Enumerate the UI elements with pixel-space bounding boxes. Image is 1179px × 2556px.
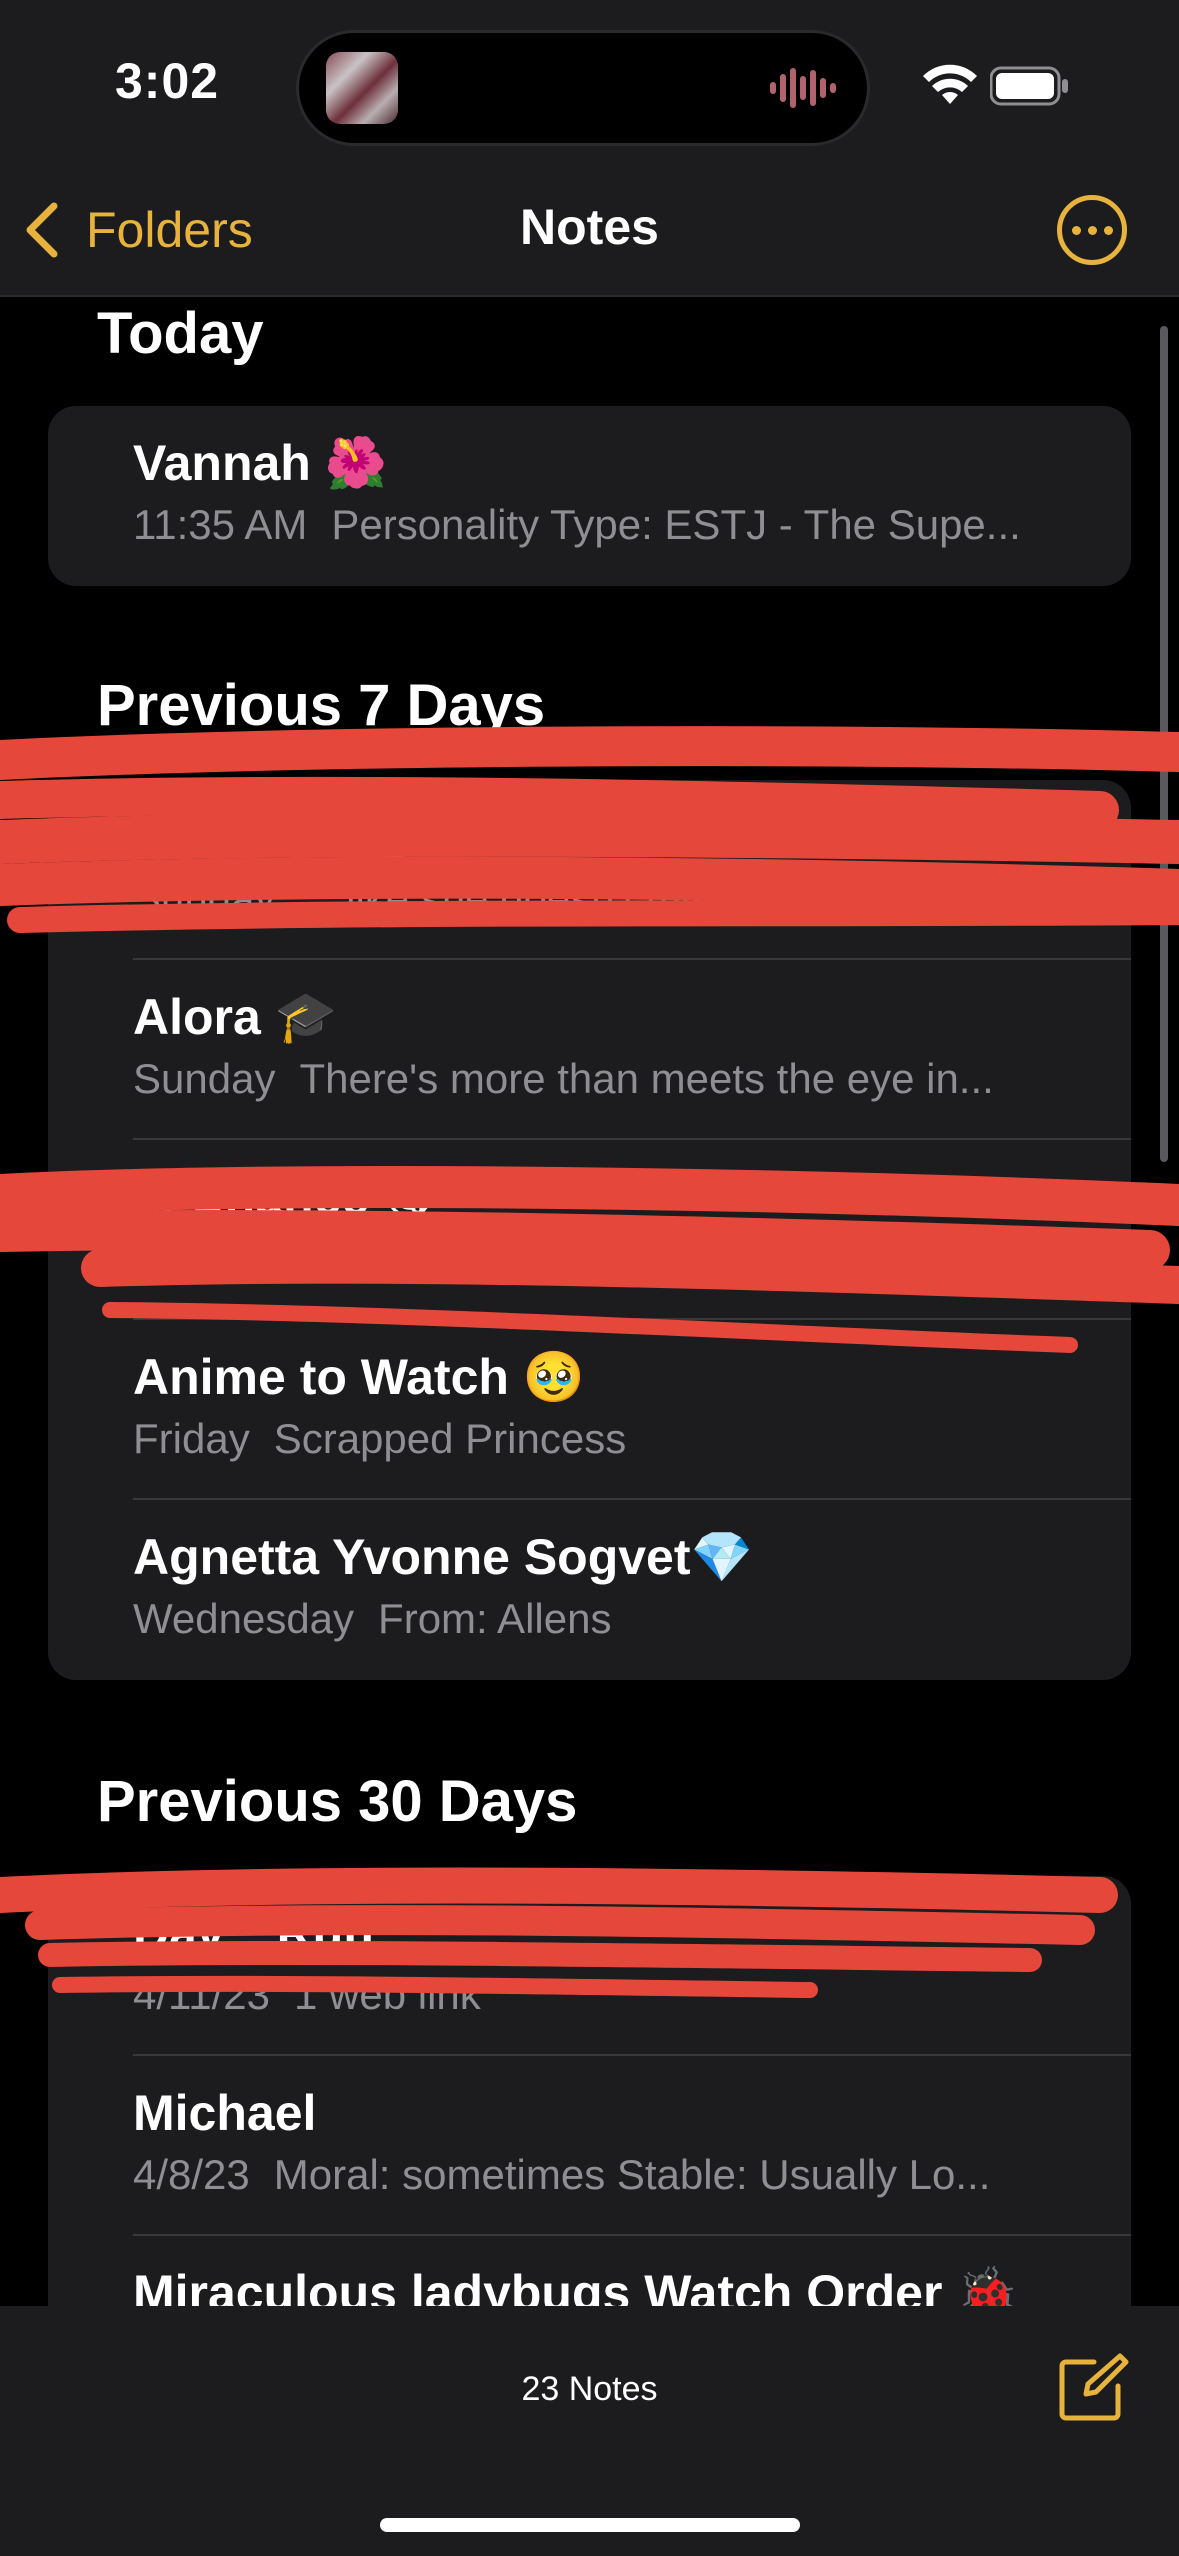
note-subtitle: 4/11/23 1 web link (133, 1971, 1083, 2019)
scroll-indicator[interactable] (1160, 326, 1168, 1162)
now-playing-artwork-icon[interactable] (326, 52, 398, 124)
wifi-icon (923, 64, 977, 104)
note-preview: From: Allens (378, 1595, 612, 1642)
note-subtitle: Sunday There's more than meets the eye in… (133, 1055, 1083, 1103)
note-row[interactable]: Anime to Watch 🥹 Friday Scrapped Princess (48, 1320, 1131, 1500)
note-date: 11:35 AM (133, 501, 308, 548)
note-title: Dav... Run (133, 1905, 374, 1961)
note-title: It's ... me 🥛 (133, 809, 422, 865)
audio-waveform-icon (770, 68, 836, 108)
note-date: Wednesday (133, 1595, 355, 1642)
note-date: Sunday (133, 875, 276, 922)
note-preview: ... like she doesn't miss... (299, 875, 768, 922)
note-row[interactable]: Vannah 🌺 11:35 AM Personality Type: ESTJ … (48, 406, 1131, 586)
compose-button[interactable] (1056, 2350, 1130, 2424)
note-title: Vannah 🌺 (133, 435, 387, 491)
more-options-button[interactable] (1057, 195, 1127, 265)
note-title: Agnetta Yvonne Sogvet💎 (133, 1529, 753, 1585)
battery-icon (990, 66, 1068, 106)
note-row[interactable]: Michael 4/8/23 Moral: sometimes Stable: U… (48, 2056, 1131, 2236)
section-header-previous-30-days: Previous 30 Days (97, 1769, 578, 1834)
section-header-today: Today (97, 301, 264, 366)
page-title: Notes (520, 199, 659, 255)
note-group-previous-7-days: It's ... me 🥛 Sunday ... like she doesn't… (48, 780, 1131, 1680)
note-subtitle: Friday Scrapped Princess (133, 1415, 1083, 1463)
note-date: 4/8/23 (133, 2151, 250, 2198)
note-subtitle: Wednesday From: Allens (133, 1595, 1083, 1643)
ellipsis-icon (1071, 225, 1081, 235)
note-title: Michael (133, 2085, 317, 2141)
note-subtitle: 11:35 AM Personality Type: ESTJ - The Sup… (133, 501, 1083, 549)
note-date: Friday (133, 1235, 250, 1282)
note-date: 4/11/23 (133, 1971, 271, 2018)
note-subtitle: Sunday ... like she doesn't miss... (133, 875, 1083, 923)
note-group-today: Vannah 🌺 11:35 AM Personality Type: ESTJ … (48, 406, 1131, 586)
note-preview: Scrapped Princess (273, 1415, 627, 1462)
note-subtitle: Friday ... my car!" (133, 1235, 1083, 1283)
section-header-previous-7-days: Previous 7 Days (97, 673, 546, 738)
note-title: ... Chance 😋 (133, 1169, 436, 1225)
note-row[interactable]: ... Chance 😋 Friday ... my car!" (48, 1140, 1131, 1320)
notes-count: 23 Notes (521, 2370, 658, 2408)
note-row[interactable]: It's ... me 🥛 Sunday ... like she doesn't… (48, 780, 1131, 960)
home-indicator[interactable] (380, 2518, 800, 2532)
note-preview: 1 web link (294, 1971, 481, 2018)
note-row[interactable]: Dav... Run 4/11/23 1 web link (48, 1876, 1131, 2056)
note-preview: ... my car!" (273, 1235, 473, 1282)
note-preview: Personality Type: ESTJ - The Supe... (331, 501, 1021, 548)
note-title: Alora 🎓 (133, 989, 337, 1045)
note-title: Anime to Watch 🥹 (133, 1349, 586, 1405)
note-subtitle: 4/8/23 Moral: sometimes Stable: Usually L… (133, 2151, 1083, 2199)
note-row[interactable]: Alora 🎓 Sunday There's more than meets th… (48, 960, 1131, 1140)
note-date: Friday (133, 1415, 250, 1462)
note-date: Sunday (133, 1055, 276, 1102)
compose-icon (1059, 2353, 1129, 2421)
note-row[interactable]: Agnetta Yvonne Sogvet💎 Wednesday From: Al… (48, 1500, 1131, 1680)
note-preview: There's more than meets the eye in... (299, 1055, 994, 1102)
note-preview: Moral: sometimes Stable: Usually Lo... (273, 2151, 991, 2198)
status-time: 3:02 (115, 53, 220, 109)
